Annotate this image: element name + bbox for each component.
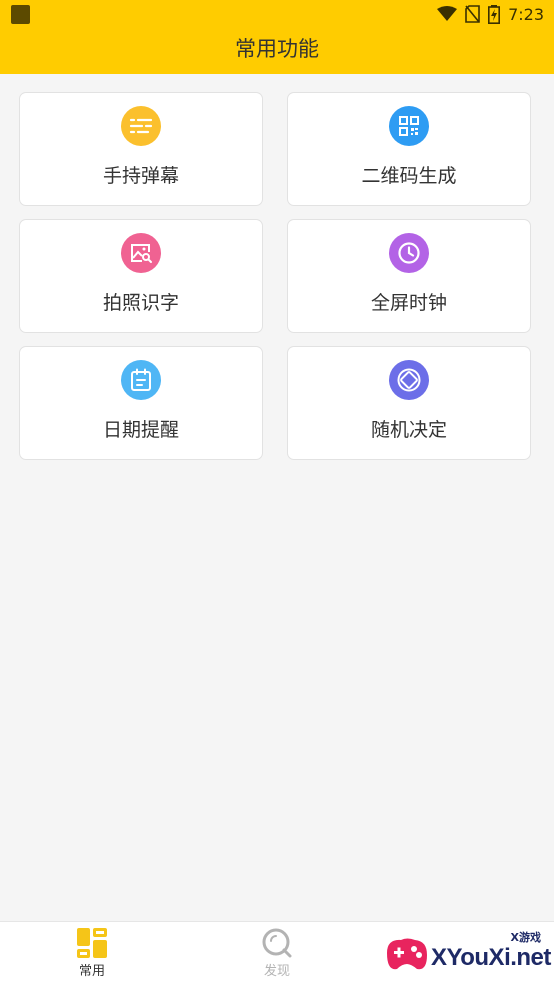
wifi-icon [437,6,458,22]
watermark-text: XYouXi.net [431,944,551,971]
text-lines-icon [121,106,161,146]
status-time: 7:23 [508,4,544,24]
feature-card-photo-ocr[interactable]: 拍照识字 [19,219,263,333]
discover-icon [262,928,292,958]
grid-icon [77,928,107,958]
calendar-icon [121,360,161,400]
battery-charging-icon [488,4,501,24]
watermark-small-text: X游戏 [510,931,541,944]
feature-label: 拍照识字 [102,292,179,314]
image-search-icon [121,233,161,273]
tab-common[interactable]: 常用 [47,922,137,986]
clock-icon [389,233,429,273]
feature-label: 手持弹幕 [102,165,179,187]
watermark: X游戏 XYouXi.net [383,926,551,982]
feature-label: 随机决定 [370,419,447,441]
feature-label: 二维码生成 [361,165,457,187]
feature-card-date-reminder[interactable]: 日期提醒 [19,346,263,460]
feature-card-random-decision[interactable]: 随机决定 [287,346,531,460]
feature-card-fullscreen-clock[interactable]: 全屏时钟 [287,219,531,333]
no-sim-icon [465,5,480,23]
tab-discover[interactable]: 发现 [232,922,322,986]
tab-label: 常用 [78,964,105,979]
notification-app-icon [11,5,30,24]
status-bar: 7:23 [0,0,554,28]
page-title: 常用功能 [235,37,319,61]
feature-grid: 手持弹幕 二维码生成 拍照识字 全屏时钟 日期提醒 随机决定 [19,92,531,460]
random-shapes-icon [389,360,429,400]
status-icons: 7:23 [437,4,544,24]
feature-label: 全屏时钟 [370,292,447,314]
feature-card-handheld-barrage[interactable]: 手持弹幕 [19,92,263,206]
tab-label: 发现 [263,964,290,979]
qr-code-icon [389,106,429,146]
feature-card-qr-generator[interactable]: 二维码生成 [287,92,531,206]
bottom-tab-bar: 常用 发现 X游戏 XYouXi.net [0,921,554,986]
app-header: 7:23 常用功能 [0,0,554,74]
feature-label: 日期提醒 [102,419,179,441]
